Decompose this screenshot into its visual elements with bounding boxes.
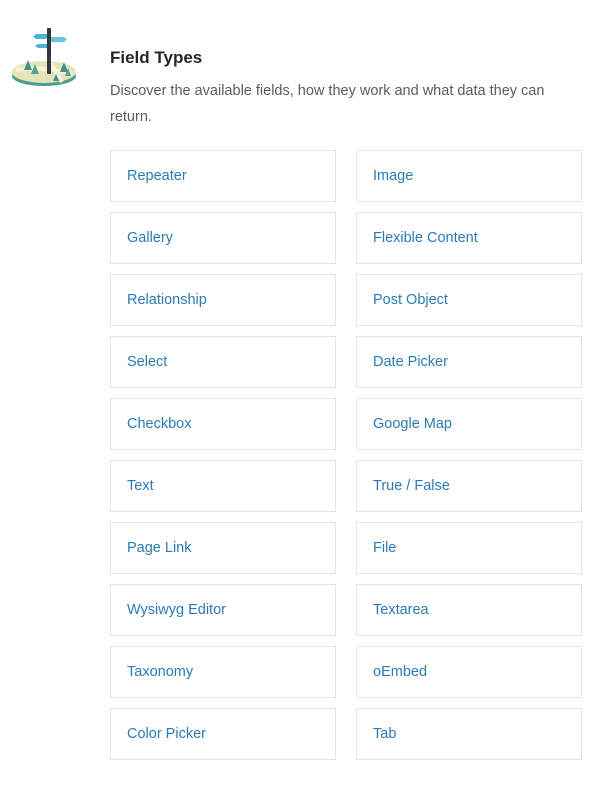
field-card-true-false[interactable]: True / False: [356, 460, 582, 512]
field-link-true-false[interactable]: True / False: [373, 478, 450, 494]
field-card-text[interactable]: Text: [110, 460, 336, 512]
field-link-file[interactable]: File: [373, 540, 396, 556]
section-description: Discover the available fields, how they …: [110, 83, 545, 125]
field-link-tab[interactable]: Tab: [373, 726, 396, 742]
field-card-wysiwyg-editor[interactable]: Wysiwyg Editor: [110, 584, 336, 636]
field-types-page: Field Types Discover the available field…: [0, 0, 596, 794]
field-card-select[interactable]: Select: [110, 336, 336, 388]
field-card-file[interactable]: File: [356, 522, 582, 574]
field-link-textarea[interactable]: Textarea: [373, 602, 429, 618]
field-card-checkbox[interactable]: Checkbox: [110, 398, 336, 450]
field-link-google-map[interactable]: Google Map: [373, 416, 452, 432]
field-card-relationship[interactable]: Relationship: [110, 274, 336, 326]
field-card-oembed[interactable]: oEmbed: [356, 646, 582, 698]
field-card-image[interactable]: Image: [356, 150, 582, 202]
field-link-wysiwyg-editor[interactable]: Wysiwyg Editor: [127, 602, 226, 618]
field-link-color-picker[interactable]: Color Picker: [127, 726, 206, 742]
field-link-gallery[interactable]: Gallery: [127, 230, 173, 246]
section-title: Field Types: [110, 48, 203, 67]
field-card-repeater[interactable]: Repeater: [110, 150, 336, 202]
field-types-grid: Repeater Image Gallery Flexible Content Rela…: [110, 150, 582, 760]
field-card-flexible-content[interactable]: Flexible Content: [356, 212, 582, 264]
field-card-google-map[interactable]: Google Map: [356, 398, 582, 450]
signpost-map-icon: [12, 28, 76, 86]
field-card-taxonomy[interactable]: Taxonomy: [110, 646, 336, 698]
field-link-image[interactable]: Image: [373, 168, 413, 184]
field-link-date-picker[interactable]: Date Picker: [373, 354, 448, 370]
field-link-checkbox[interactable]: Checkbox: [127, 416, 191, 432]
field-link-select[interactable]: Select: [127, 354, 167, 370]
field-card-color-picker[interactable]: Color Picker: [110, 708, 336, 760]
field-link-relationship[interactable]: Relationship: [127, 292, 207, 308]
field-card-tab[interactable]: Tab: [356, 708, 582, 760]
field-link-taxonomy[interactable]: Taxonomy: [127, 664, 193, 680]
field-link-page-link[interactable]: Page Link: [127, 540, 192, 556]
field-link-repeater[interactable]: Repeater: [127, 168, 187, 184]
field-card-textarea[interactable]: Textarea: [356, 584, 582, 636]
field-card-page-link[interactable]: Page Link: [110, 522, 336, 574]
field-link-text[interactable]: Text: [127, 478, 154, 494]
field-card-date-picker[interactable]: Date Picker: [356, 336, 582, 388]
field-link-post-object[interactable]: Post Object: [373, 292, 448, 308]
field-card-post-object[interactable]: Post Object: [356, 274, 582, 326]
field-link-oembed[interactable]: oEmbed: [373, 664, 427, 680]
field-link-flexible-content[interactable]: Flexible Content: [373, 230, 478, 246]
field-card-gallery[interactable]: Gallery: [110, 212, 336, 264]
